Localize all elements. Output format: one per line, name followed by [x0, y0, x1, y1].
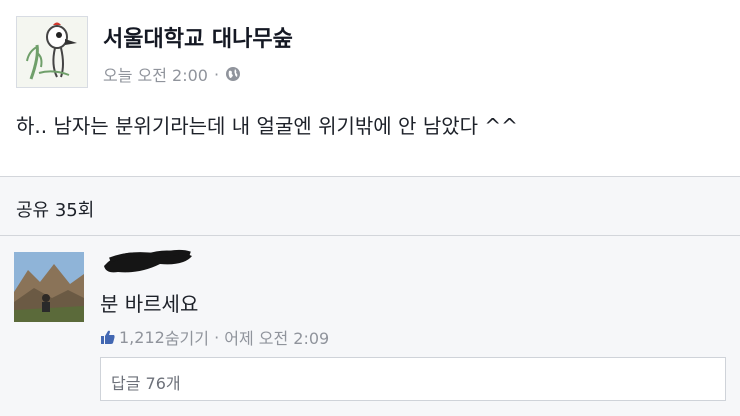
- mountain-photo-avatar-icon: [14, 252, 84, 322]
- globe-icon[interactable]: [225, 66, 241, 82]
- meta-separator: ·: [208, 327, 225, 347]
- meta-separator: ·: [213, 64, 220, 84]
- page-logo[interactable]: [16, 16, 88, 88]
- comment-timestamp[interactable]: 어제 오전 2:09: [224, 325, 329, 349]
- share-bar: [0, 177, 740, 235]
- commenter-avatar[interactable]: [14, 252, 84, 322]
- post-meta: 오늘 오전 2:00 ·: [103, 62, 241, 86]
- replies-count-label: 답글 76개: [111, 374, 181, 393]
- comment-meta: 1,212 숨기기 · 어제 오전 2:09: [100, 325, 329, 349]
- replies-button[interactable]: 답글 76개: [100, 357, 726, 401]
- post-timestamp[interactable]: 오늘 오전 2:00: [103, 62, 208, 86]
- crane-logo-icon: [17, 17, 87, 87]
- post-card: 서울대학교 대나무숲 오늘 오전 2:00 · 하.. 남자는 분위기라는데 내…: [0, 0, 740, 176]
- share-count[interactable]: 공유 35회: [16, 196, 94, 222]
- page-name-link[interactable]: 서울대학교 대나무숲: [103, 21, 293, 53]
- comment-text: 분 바르세요: [100, 292, 199, 316]
- hide-link[interactable]: 숨기기: [165, 325, 209, 349]
- thumbs-up-icon[interactable]: [100, 329, 116, 345]
- like-count[interactable]: 1,212: [119, 328, 165, 347]
- redacted-commenter-name: [104, 249, 192, 273]
- post-body-text: 하.. 남자는 분위기라는데 내 얼굴엔 위기밖에 안 남았다 ^^: [16, 114, 518, 138]
